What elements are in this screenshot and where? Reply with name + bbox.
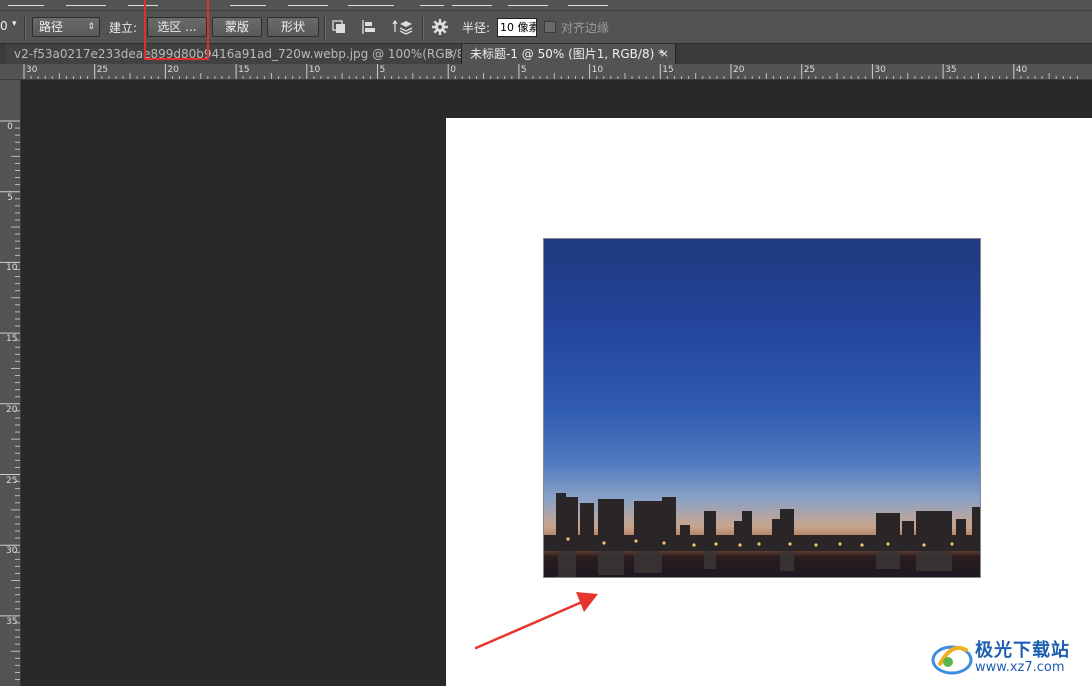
mode-select[interactable]: 路径 ⇕: [32, 17, 100, 37]
ruler-label: 0: [7, 122, 13, 132]
ruler-label: 10: [308, 65, 321, 75]
tab-document-2[interactable]: 未标题-1 @ 50% (图片1, RGB/8) * ×: [462, 44, 676, 64]
menu-item[interactable]: [230, 0, 266, 6]
horizontal-ruler[interactable]: 30 25 20 15 10 5 0 5 10 15 20 25 30 35 40: [0, 64, 1092, 80]
radius-label: 半径:: [462, 21, 491, 35]
ruler-label: 15: [6, 334, 18, 345]
updown-icon: ⇕: [87, 22, 95, 32]
chevron-down-icon[interactable]: ▾: [12, 19, 17, 29]
ruler-label: 30: [26, 65, 38, 75]
watermark-title: 极光下载站: [975, 640, 1070, 661]
menu-item[interactable]: [420, 0, 444, 6]
ruler-label: 30: [874, 65, 886, 75]
ruler-label: 35: [6, 616, 18, 627]
menu-item[interactable]: [288, 0, 328, 6]
watermark: 极光下载站 www.xz7.com: [928, 632, 1088, 684]
ruler-label: 20: [6, 404, 18, 415]
menu-item[interactable]: [348, 0, 394, 6]
close-icon[interactable]: ×: [446, 44, 455, 64]
city-night-photo[interactable]: [543, 238, 981, 578]
mode-select-value: 路径: [39, 20, 64, 34]
make-shape-button[interactable]: 形状: [267, 17, 319, 37]
watermark-url: www.xz7.com: [975, 660, 1065, 675]
make-mask-button[interactable]: 蒙版: [212, 17, 262, 37]
menu-item[interactable]: [568, 0, 608, 6]
logo-icon: [931, 645, 973, 675]
radius-input[interactable]: 10 像素: [497, 18, 537, 37]
separator: [422, 16, 424, 40]
skyline-graphic: [544, 493, 980, 577]
ruler-label: 25: [96, 65, 109, 75]
tab-label: 未标题-1 @ 50% (图片1, RGB/8) *: [470, 47, 665, 61]
ruler-label: 25: [6, 475, 18, 486]
ruler-label: 40: [1015, 65, 1028, 75]
path-operations-icon[interactable]: [330, 18, 348, 36]
ruler-ticks: [0, 120, 20, 681]
vertical-ruler[interactable]: 0 5 10 15 20 25 30 35: [0, 80, 21, 686]
menu-item[interactable]: [508, 0, 548, 6]
ruler-label: 5: [7, 192, 13, 203]
arrow-annotation: [474, 592, 598, 650]
ruler-label: 10: [591, 65, 604, 75]
menu-item[interactable]: [452, 0, 492, 6]
tab-document-1[interactable]: v2-f53a0217e233deae899d80b9416a91ad_720w…: [6, 44, 462, 64]
ruler-label: 20: [167, 65, 179, 75]
ruler-label: 5: [379, 65, 386, 75]
separator: [324, 16, 326, 40]
ruler-label: 25: [803, 65, 816, 75]
path-alignment-icon[interactable]: [360, 18, 378, 36]
ruler-ticks: [23, 64, 1078, 79]
ruler-label: 15: [238, 65, 250, 75]
ruler-label: 30: [6, 546, 18, 557]
menu-item[interactable]: [8, 0, 44, 6]
ruler-label: 20: [733, 65, 745, 75]
build-label: 建立:: [109, 21, 138, 35]
ruler-label: 5: [520, 65, 527, 75]
tab-label: v2-f53a0217e233deae899d80b9416a91ad_720w…: [14, 47, 462, 61]
ruler-label: 0: [450, 65, 456, 75]
tool-preset-partial[interactable]: 0: [0, 19, 8, 33]
close-icon[interactable]: ×: [660, 44, 669, 64]
path-arrangement-icon[interactable]: [391, 18, 413, 36]
gear-icon[interactable]: [431, 18, 449, 36]
align-edges-checkbox[interactable]: [544, 21, 556, 33]
highlight-box: [144, 0, 209, 60]
menu-item[interactable]: [66, 0, 106, 6]
ruler-label: 10: [6, 263, 18, 274]
align-edges-label: 对齐边缘: [561, 21, 610, 35]
ruler-label: 15: [662, 65, 674, 75]
ruler-label: 35: [945, 65, 957, 75]
separator: [24, 16, 26, 40]
